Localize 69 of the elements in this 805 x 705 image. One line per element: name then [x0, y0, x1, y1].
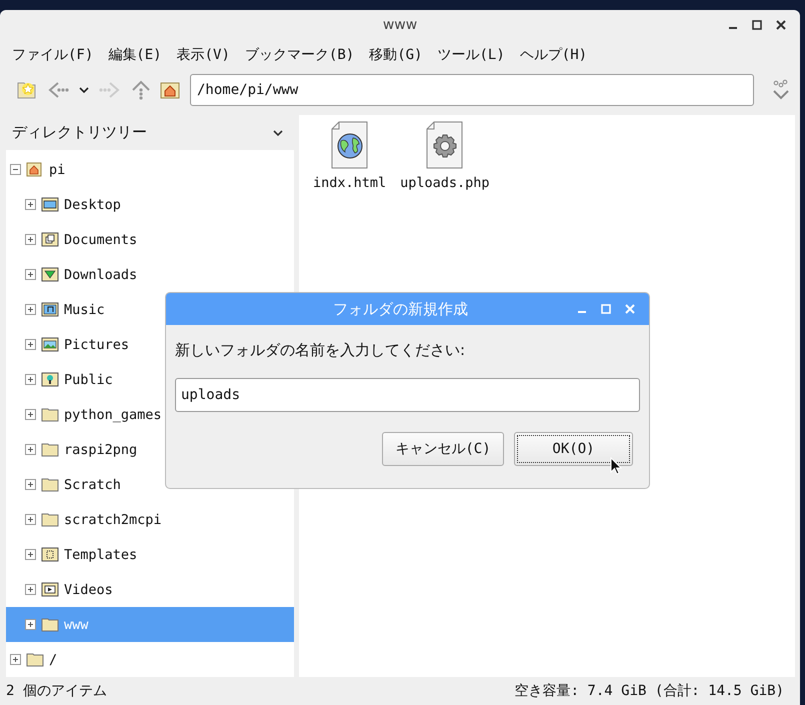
menu-item[interactable]: 移動(G) [369, 46, 422, 64]
expand-icon[interactable] [25, 409, 36, 420]
maximize-icon[interactable] [752, 20, 762, 30]
expand-icon[interactable] [10, 654, 21, 665]
menu-item[interactable]: ファイル(F) [12, 46, 94, 64]
folder-icon [41, 337, 59, 352]
folder-icon [41, 512, 59, 527]
folder-icon [41, 232, 59, 247]
expand-icon[interactable] [25, 549, 36, 560]
tree-item[interactable]: Documents [6, 222, 294, 257]
globe-document-icon[interactable] [330, 121, 369, 169]
menu-item[interactable]: ヘルプ(H) [520, 46, 588, 64]
caret-icon[interactable] [78, 85, 90, 95]
window-title: www [382, 17, 418, 33]
expand-icon[interactable] [25, 479, 36, 490]
cancel-button[interactable]: キャンセル(C) [382, 432, 504, 466]
expand-icon[interactable] [25, 584, 36, 595]
collapse-icon[interactable] [10, 164, 21, 175]
tree-item[interactable]: / [6, 642, 294, 677]
folder-icon [41, 442, 59, 457]
expand-icon[interactable] [25, 444, 36, 455]
gear-document-icon[interactable] [426, 121, 464, 169]
sidebar-header: ディレクトリツリー [12, 123, 147, 142]
menu-item[interactable]: 表示(V) [176, 46, 230, 64]
tree-item[interactable]: raspi2png [6, 432, 294, 467]
home-folder-icon [26, 162, 44, 177]
folder-icon [41, 267, 59, 282]
cursor-icon [610, 457, 622, 475]
path-field[interactable]: /home/pi/www [190, 74, 754, 106]
tree-item[interactable]: Templates [6, 537, 294, 572]
expand-icon[interactable] [25, 514, 36, 525]
expand-icon[interactable] [25, 199, 36, 210]
dialog-title: フォルダの新規作成 [332, 300, 469, 318]
tree-item[interactable]: Downloads [6, 257, 294, 292]
status-text: 空き容量: 7.4 GiB (合計: 14.5 GiB) [514, 682, 784, 700]
folder-icon [26, 652, 44, 667]
home-icon[interactable] [160, 81, 180, 99]
folder-icon [41, 302, 59, 317]
folder-icon [41, 372, 59, 387]
new-folder-icon[interactable] [16, 80, 38, 100]
status-text: 2 個のアイテム [6, 682, 107, 700]
menu-item[interactable]: ブックマーク(B) [244, 46, 354, 64]
folder-icon [41, 582, 59, 597]
expand-icon[interactable] [25, 619, 36, 630]
tree-item[interactable]: Desktop [6, 187, 294, 222]
menu-item[interactable]: 編集(E) [108, 46, 162, 64]
expand-icon[interactable] [25, 304, 36, 315]
folder-icon [41, 477, 59, 492]
tree-item[interactable]: Music [6, 292, 294, 327]
folder-icon [41, 617, 59, 632]
tree-item[interactable]: scratch2mcpi [6, 502, 294, 537]
folder-icon [41, 197, 59, 212]
caret-icon[interactable] [272, 128, 284, 138]
tree-item[interactable]: Videos [6, 572, 294, 607]
ok-button[interactable]: OK(O) [514, 432, 633, 466]
expand-icon[interactable] [25, 339, 36, 350]
expand-icon[interactable] [25, 269, 36, 280]
file-name[interactable]: indx.html [313, 175, 386, 191]
close-icon[interactable] [776, 20, 786, 30]
file-name[interactable]: uploads.php [400, 175, 490, 191]
menu-item[interactable]: ツール(L) [437, 46, 505, 64]
prompt-text: 新しいフォルダの名前を入力してください: [175, 341, 466, 361]
folder-icon [41, 547, 59, 562]
expand-icon[interactable] [25, 234, 36, 245]
folder-name-field[interactable]: uploads [175, 378, 640, 412]
folder-icon [41, 407, 59, 422]
tree-item[interactable]: pi [6, 152, 294, 187]
expand-icon[interactable] [25, 374, 36, 385]
tree-item[interactable]: Scratch [6, 467, 294, 502]
